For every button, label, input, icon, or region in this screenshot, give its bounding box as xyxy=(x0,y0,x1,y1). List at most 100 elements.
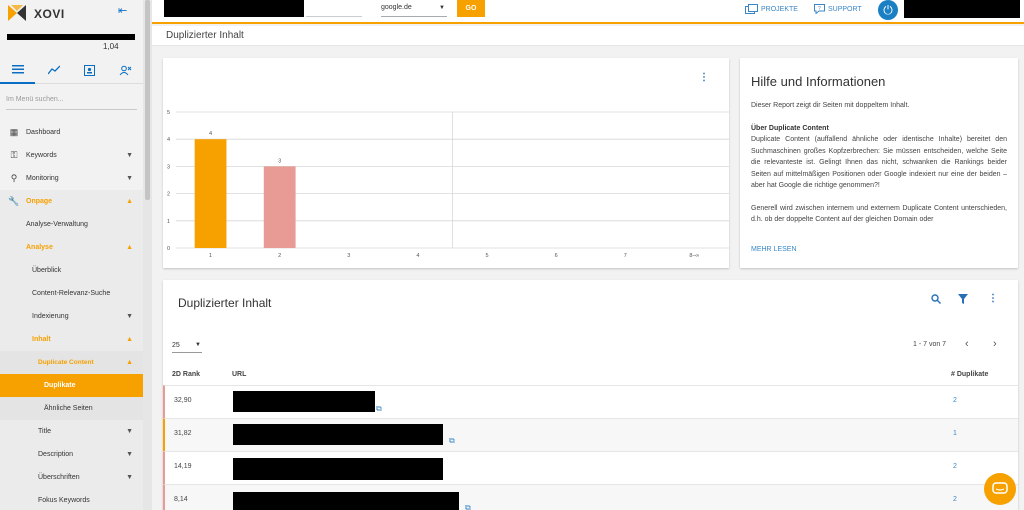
bar xyxy=(194,139,227,248)
tab-contacts[interactable] xyxy=(72,56,107,84)
y-tick-label: 3 xyxy=(167,164,170,170)
sidebar-item-inhalt[interactable]: Inhalt ▲ xyxy=(0,328,143,351)
sidebar-item-duplikate[interactable]: Duplikate xyxy=(0,374,143,397)
column-header-rank[interactable]: 2D Rank xyxy=(172,371,200,378)
chevron-down-icon: ▼ xyxy=(126,313,133,320)
external-link-icon[interactable]: ⧉ xyxy=(465,503,471,510)
duplicates-table-card: Duplizierter Inhalt ⋮ 25 ▼ 1 - 7 von 7 ‹… xyxy=(163,280,1018,510)
x-tick-label: 8–∞ xyxy=(689,253,699,259)
sidebar-item-dashboard[interactable]: ▦ Dashboard xyxy=(0,121,143,144)
tab-users[interactable] xyxy=(108,56,143,84)
sidebar-item-duplicate-content[interactable]: Duplicate Content ▲ xyxy=(0,351,143,374)
sidebar-item-ueberblick[interactable]: Überblick xyxy=(0,259,143,282)
chevron-up-icon: ▲ xyxy=(126,198,133,205)
sidebar-tabs xyxy=(0,56,143,84)
pagination-range: 1 - 7 von 7 xyxy=(913,341,947,348)
info-section-title: Über Duplicate Content xyxy=(751,124,829,132)
redacted-domain-input[interactable] xyxy=(164,0,304,17)
external-link-icon[interactable]: ⧉ xyxy=(449,436,455,446)
sidebar-item-monitoring[interactable]: ⚲ Monitoring ▼ xyxy=(0,167,143,190)
sidebar-item-description[interactable]: Description ▼ xyxy=(0,443,143,466)
page-size-select[interactable]: 25 ▼ xyxy=(172,340,202,353)
next-page-icon[interactable]: › xyxy=(993,338,997,350)
chevron-down-icon: ▼ xyxy=(126,152,133,159)
info-paragraph-2: Generell wird zwischen internem und exte… xyxy=(751,204,1007,224)
sidebar-item-analyse-verwaltung[interactable]: Analyse-Verwaltung xyxy=(0,213,143,236)
redacted-project xyxy=(7,34,135,40)
bar-value-label: 4 xyxy=(209,131,212,137)
support-link[interactable]: ? SUPPORT xyxy=(814,4,862,14)
sidebar-item-keywords[interactable]: ⚿ Keywords ▼ xyxy=(0,144,143,167)
table-more-icon[interactable]: ⋮ xyxy=(988,293,998,304)
x-tick-label: 1 xyxy=(209,253,212,259)
power-icon[interactable]: ⏻ xyxy=(878,0,898,20)
page-title: Duplizierter Inhalt xyxy=(152,26,1024,46)
tab-stats[interactable] xyxy=(36,56,71,84)
chat-icon xyxy=(992,482,1008,494)
info-body: Dieser Report zeigt dir Seiten mit doppe… xyxy=(751,100,1007,233)
sidebar-item-title[interactable]: Title ▼ xyxy=(0,420,143,443)
sidebar-item-aehnliche-seiten[interactable]: Ähnliche Seiten xyxy=(0,397,143,420)
tab-menu[interactable] xyxy=(0,56,35,84)
chevron-down-icon: ▼ xyxy=(126,428,133,435)
external-link-icon[interactable]: ⧉ xyxy=(376,404,382,414)
table-row[interactable]: 31,82 ⧉ 1 xyxy=(163,418,1018,451)
sidebar-item-onpage[interactable]: 🔧 Onpage ▲ xyxy=(0,190,143,213)
x-tick-label: 7 xyxy=(624,253,627,259)
read-more-link[interactable]: MEHR LESEN xyxy=(751,246,797,253)
line-chart-icon xyxy=(47,65,60,75)
redacted-url[interactable] xyxy=(233,391,375,412)
sidebar-item-ueberschriften[interactable]: Überschriften ▼ xyxy=(0,466,143,489)
menu-icon xyxy=(11,65,24,74)
project-score: 1,04 xyxy=(103,42,119,51)
sidebar-item-indexierung[interactable]: Indexierung ▼ xyxy=(0,305,143,328)
chart-card: ⋮ 0 1 2 3 4 5 1 4 2 3 3 4 5 6 7 8–∞ xyxy=(163,58,729,268)
redacted-url[interactable] xyxy=(233,458,443,480)
x-tick-label: 4 xyxy=(416,253,419,259)
column-header-duplicates[interactable]: # Duplikate xyxy=(951,371,988,378)
go-button[interactable]: GO xyxy=(457,0,485,17)
column-header-url[interactable]: URL xyxy=(232,371,246,378)
info-paragraph-1: Duplicate Content (auffallend ähnliche o… xyxy=(751,136,1007,189)
svg-text:?: ? xyxy=(818,6,821,12)
table-row[interactable]: 32,90 ⧉ 2 xyxy=(163,385,1018,418)
domain-input-underline[interactable] xyxy=(306,1,362,17)
duplicates-count-link[interactable]: 2 xyxy=(953,463,957,470)
chevron-down-icon: ▼ xyxy=(126,175,133,182)
sidebar-item-content-relevanz[interactable]: Content-Relevanz-Suche xyxy=(0,282,143,305)
table-row[interactable]: 14,19 2 xyxy=(163,451,1018,484)
redacted-url[interactable] xyxy=(233,492,459,510)
y-tick-label: 4 xyxy=(167,137,170,143)
top-bar: google.de ▼ GO PROJEKTE ? SUPPORT ⏻ xyxy=(152,0,1024,24)
search-engine-select[interactable]: google.de ▼ xyxy=(381,1,447,17)
info-intro: Dieser Report zeigt dir Seiten mit doppe… xyxy=(751,102,910,109)
collapse-sidebar-icon[interactable]: ⇤ xyxy=(118,4,127,17)
filter-icon[interactable] xyxy=(958,294,968,304)
sidebar-scrollbar-thumb[interactable] xyxy=(145,0,150,200)
y-tick-label: 0 xyxy=(167,246,170,252)
search-icon[interactable] xyxy=(931,294,941,304)
duplicates-count-link[interactable]: 1 xyxy=(953,430,957,437)
table-row[interactable]: 8,14 ⧉ 2 xyxy=(163,484,1018,510)
projects-link[interactable]: PROJEKTE xyxy=(745,4,798,14)
redacted-url[interactable] xyxy=(233,424,443,445)
redacted-user xyxy=(904,0,1020,18)
xovi-logo-icon xyxy=(8,5,26,21)
app-logo-text: XOVI xyxy=(34,7,65,21)
contact-card-icon xyxy=(84,64,95,76)
sidebar-item-analyse[interactable]: Analyse ▲ xyxy=(0,236,143,259)
sidebar: XOVI ⇤ 1,04 Im Menü suchen... ▦ Dashboard… xyxy=(0,0,143,510)
menu-search-input[interactable]: Im Menü suchen... xyxy=(6,94,137,110)
chevron-up-icon: ▲ xyxy=(126,359,133,366)
projects-icon xyxy=(745,4,758,14)
duplicates-count-link[interactable]: 2 xyxy=(953,496,957,503)
chevron-up-icon: ▲ xyxy=(126,244,133,251)
prev-page-icon[interactable]: ‹ xyxy=(965,338,969,350)
sidebar-item-fokus-keywords[interactable]: Fokus Keywords xyxy=(0,489,143,510)
wrench-icon: 🔧 xyxy=(8,196,20,206)
chat-button[interactable] xyxy=(984,473,1016,505)
duplicates-bar-chart: 0 1 2 3 4 5 1 4 2 3 3 4 5 6 7 8–∞ xyxy=(167,110,729,259)
dropdown-arrow-icon: ▼ xyxy=(439,5,445,11)
duplicates-count-link[interactable]: 2 xyxy=(953,397,957,404)
table-title: Duplizierter Inhalt xyxy=(178,296,272,310)
